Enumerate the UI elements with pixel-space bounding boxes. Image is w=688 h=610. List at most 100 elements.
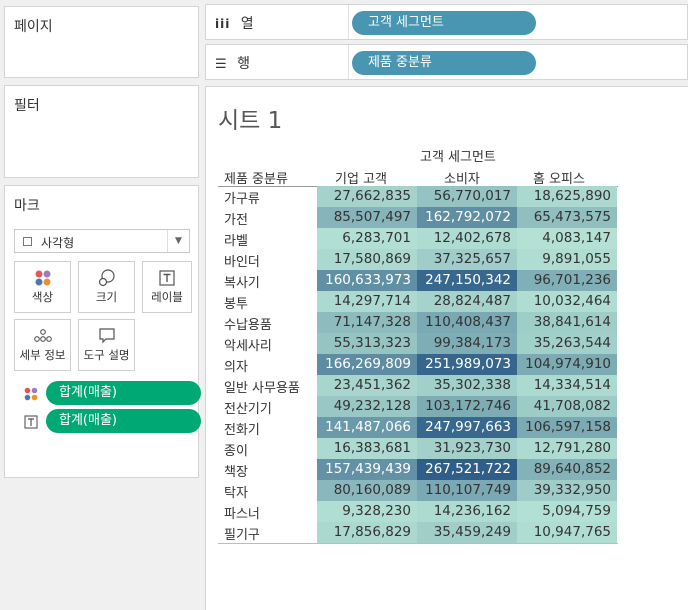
heatmap-cell[interactable]: 166,269,809 — [317, 354, 417, 375]
label-field-pill[interactable]: 합계(매출) — [46, 409, 201, 433]
heatmap-cell[interactable]: 49,232,128 — [317, 396, 417, 417]
label-button[interactable]: 레이블 — [142, 261, 192, 313]
sheet-title: 시트 1 — [218, 108, 283, 134]
rows-icon: ☰ — [215, 57, 227, 72]
heatmap-cell[interactable]: 16,383,681 — [317, 438, 417, 459]
mark-type-label: 사각형 — [41, 236, 75, 250]
filters-card[interactable]: 필터 — [4, 85, 199, 178]
heatmap-cell[interactable]: 14,297,714 — [317, 291, 417, 312]
heatmap-cell[interactable]: 14,236,162 — [417, 501, 517, 522]
heatmap-cell[interactable]: 35,302,338 — [417, 375, 517, 396]
table-bottom-rule — [218, 543, 618, 544]
row-label: 일반 사무용품 — [224, 381, 300, 396]
mark-type-dropdown[interactable]: 사각형 ▼ — [14, 229, 190, 253]
heatmap-cell[interactable]: 31,923,730 — [417, 438, 517, 459]
row-label: 가전 — [224, 213, 248, 228]
heatmap-cell[interactable]: 247,997,663 — [417, 417, 517, 438]
heatmap-cell[interactable]: 17,856,829 — [317, 522, 417, 543]
rows-shelf[interactable]: ☰ 행 제품 중분류 — [205, 44, 688, 80]
heatmap-cell[interactable]: 65,473,575 — [517, 207, 617, 228]
view-canvas[interactable]: 시트 1 고객 세그먼트 제품 중분류 기업 고객 소비자 홈 오피스 가구류 2… — [205, 86, 688, 610]
color-icon — [15, 268, 70, 288]
size-button-label: 크기 — [95, 290, 118, 304]
heatmap-cell[interactable]: 39,332,950 — [517, 480, 617, 501]
row-label: 책장 — [224, 465, 248, 480]
heatmap-cell[interactable]: 162,792,072 — [417, 207, 517, 228]
color-button-label: 색상 — [31, 290, 54, 304]
pages-card-title: 페이지 — [14, 19, 53, 35]
heatmap-cell[interactable]: 247,150,342 — [417, 270, 517, 291]
heatmap-cell[interactable]: 89,640,852 — [517, 459, 617, 480]
heatmap-cell[interactable]: 104,974,910 — [517, 354, 617, 375]
heatmap-cell[interactable]: 251,989,073 — [417, 354, 517, 375]
heatmap-cell[interactable]: 12,402,678 — [417, 228, 517, 249]
columns-field-pill[interactable]: 고객 세그먼트 — [352, 11, 536, 35]
heatmap-cell[interactable]: 80,160,089 — [317, 480, 417, 501]
heatmap-cell[interactable]: 141,487,066 — [317, 417, 417, 438]
column-header-corporate: 기업 고객 — [335, 172, 387, 187]
row-label: 의자 — [224, 360, 248, 375]
row-label: 필기구 — [224, 528, 260, 543]
row-label: 복사기 — [224, 276, 260, 291]
row-field-header: 제품 중분류 — [224, 172, 288, 187]
heatmap-cell[interactable]: 5,094,759 — [517, 501, 617, 522]
size-button[interactable]: 크기 — [78, 261, 135, 313]
color-field-pill[interactable]: 합계(매출) — [46, 381, 201, 405]
detail-button[interactable]: 세부 정보 — [14, 319, 71, 371]
heatmap-cell[interactable]: 27,662,835 — [317, 186, 417, 207]
column-header-home-office: 홈 오피스 — [533, 172, 585, 187]
tooltip-icon — [79, 326, 134, 346]
heatmap-cell[interactable]: 9,891,055 — [517, 249, 617, 270]
heatmap-cell[interactable]: 18,625,890 — [517, 186, 617, 207]
row-label: 봉투 — [224, 297, 248, 312]
tooltip-button[interactable]: 도구 설명 — [78, 319, 135, 371]
heatmap-cell[interactable]: 6,283,701 — [317, 228, 417, 249]
rows-field-pill[interactable]: 제품 중분류 — [352, 51, 536, 75]
heatmap-cell[interactable]: 267,521,722 — [417, 459, 517, 480]
row-label: 바인더 — [224, 255, 260, 270]
columns-icon: iii — [215, 17, 231, 31]
heatmap-cell[interactable]: 35,263,544 — [517, 333, 617, 354]
text-label-icon — [24, 414, 38, 429]
heatmap-cell[interactable]: 28,824,487 — [417, 291, 517, 312]
heatmap-cell[interactable]: 96,701,236 — [517, 270, 617, 291]
row-label: 전산기기 — [224, 402, 272, 417]
heatmap-cell[interactable]: 12,791,280 — [517, 438, 617, 459]
heatmap-cell[interactable]: 41,708,082 — [517, 396, 617, 417]
row-label: 종이 — [224, 444, 248, 459]
size-icon — [79, 268, 134, 288]
label-field-row: 합계(매출) — [19, 409, 201, 433]
heatmap-cell[interactable]: 110,107,749 — [417, 480, 517, 501]
heatmap-cell[interactable]: 35,459,249 — [417, 522, 517, 543]
heatmap-cell[interactable]: 55,313,323 — [317, 333, 417, 354]
heatmap-cell[interactable]: 10,032,464 — [517, 291, 617, 312]
label-button-label: 레이블 — [151, 290, 183, 304]
color-field-row: 합계(매출) — [19, 381, 201, 405]
heatmap-cell[interactable]: 4,083,147 — [517, 228, 617, 249]
shelf-divider — [348, 5, 349, 39]
heatmap-cell[interactable]: 23,451,362 — [317, 375, 417, 396]
heatmap-cell[interactable]: 17,580,869 — [317, 249, 417, 270]
heatmap-cell[interactable]: 9,328,230 — [317, 501, 417, 522]
heatmap-cell[interactable]: 106,597,158 — [517, 417, 617, 438]
heatmap-cell[interactable]: 103,172,746 — [417, 396, 517, 417]
heatmap-cell[interactable]: 14,334,514 — [517, 375, 617, 396]
heatmap-cell[interactable]: 37,325,657 — [417, 249, 517, 270]
color-button[interactable]: 색상 — [14, 261, 71, 313]
heatmap-cell[interactable]: 56,770,017 — [417, 186, 517, 207]
pages-card[interactable]: 페이지 — [4, 6, 199, 78]
heatmap-cell[interactable]: 71,147,328 — [317, 312, 417, 333]
column-group-header: 고객 세그먼트 — [420, 150, 496, 165]
heatmap-cell[interactable]: 38,841,614 — [517, 312, 617, 333]
columns-shelf[interactable]: iii 열 고객 세그먼트 — [205, 4, 688, 40]
heatmap-cell[interactable]: 160,633,973 — [317, 270, 417, 291]
chevron-down-icon[interactable]: ▼ — [167, 230, 189, 252]
heatmap-cell[interactable]: 99,384,173 — [417, 333, 517, 354]
heatmap-cell[interactable]: 10,947,765 — [517, 522, 617, 543]
row-label: 라벨 — [224, 234, 248, 249]
heatmap-cell[interactable]: 110,408,437 — [417, 312, 517, 333]
heatmap-cell[interactable]: 157,439,439 — [317, 459, 417, 480]
color-icon — [24, 386, 38, 401]
heatmap-cell[interactable]: 85,507,497 — [317, 207, 417, 228]
filters-card-title: 필터 — [14, 98, 40, 114]
